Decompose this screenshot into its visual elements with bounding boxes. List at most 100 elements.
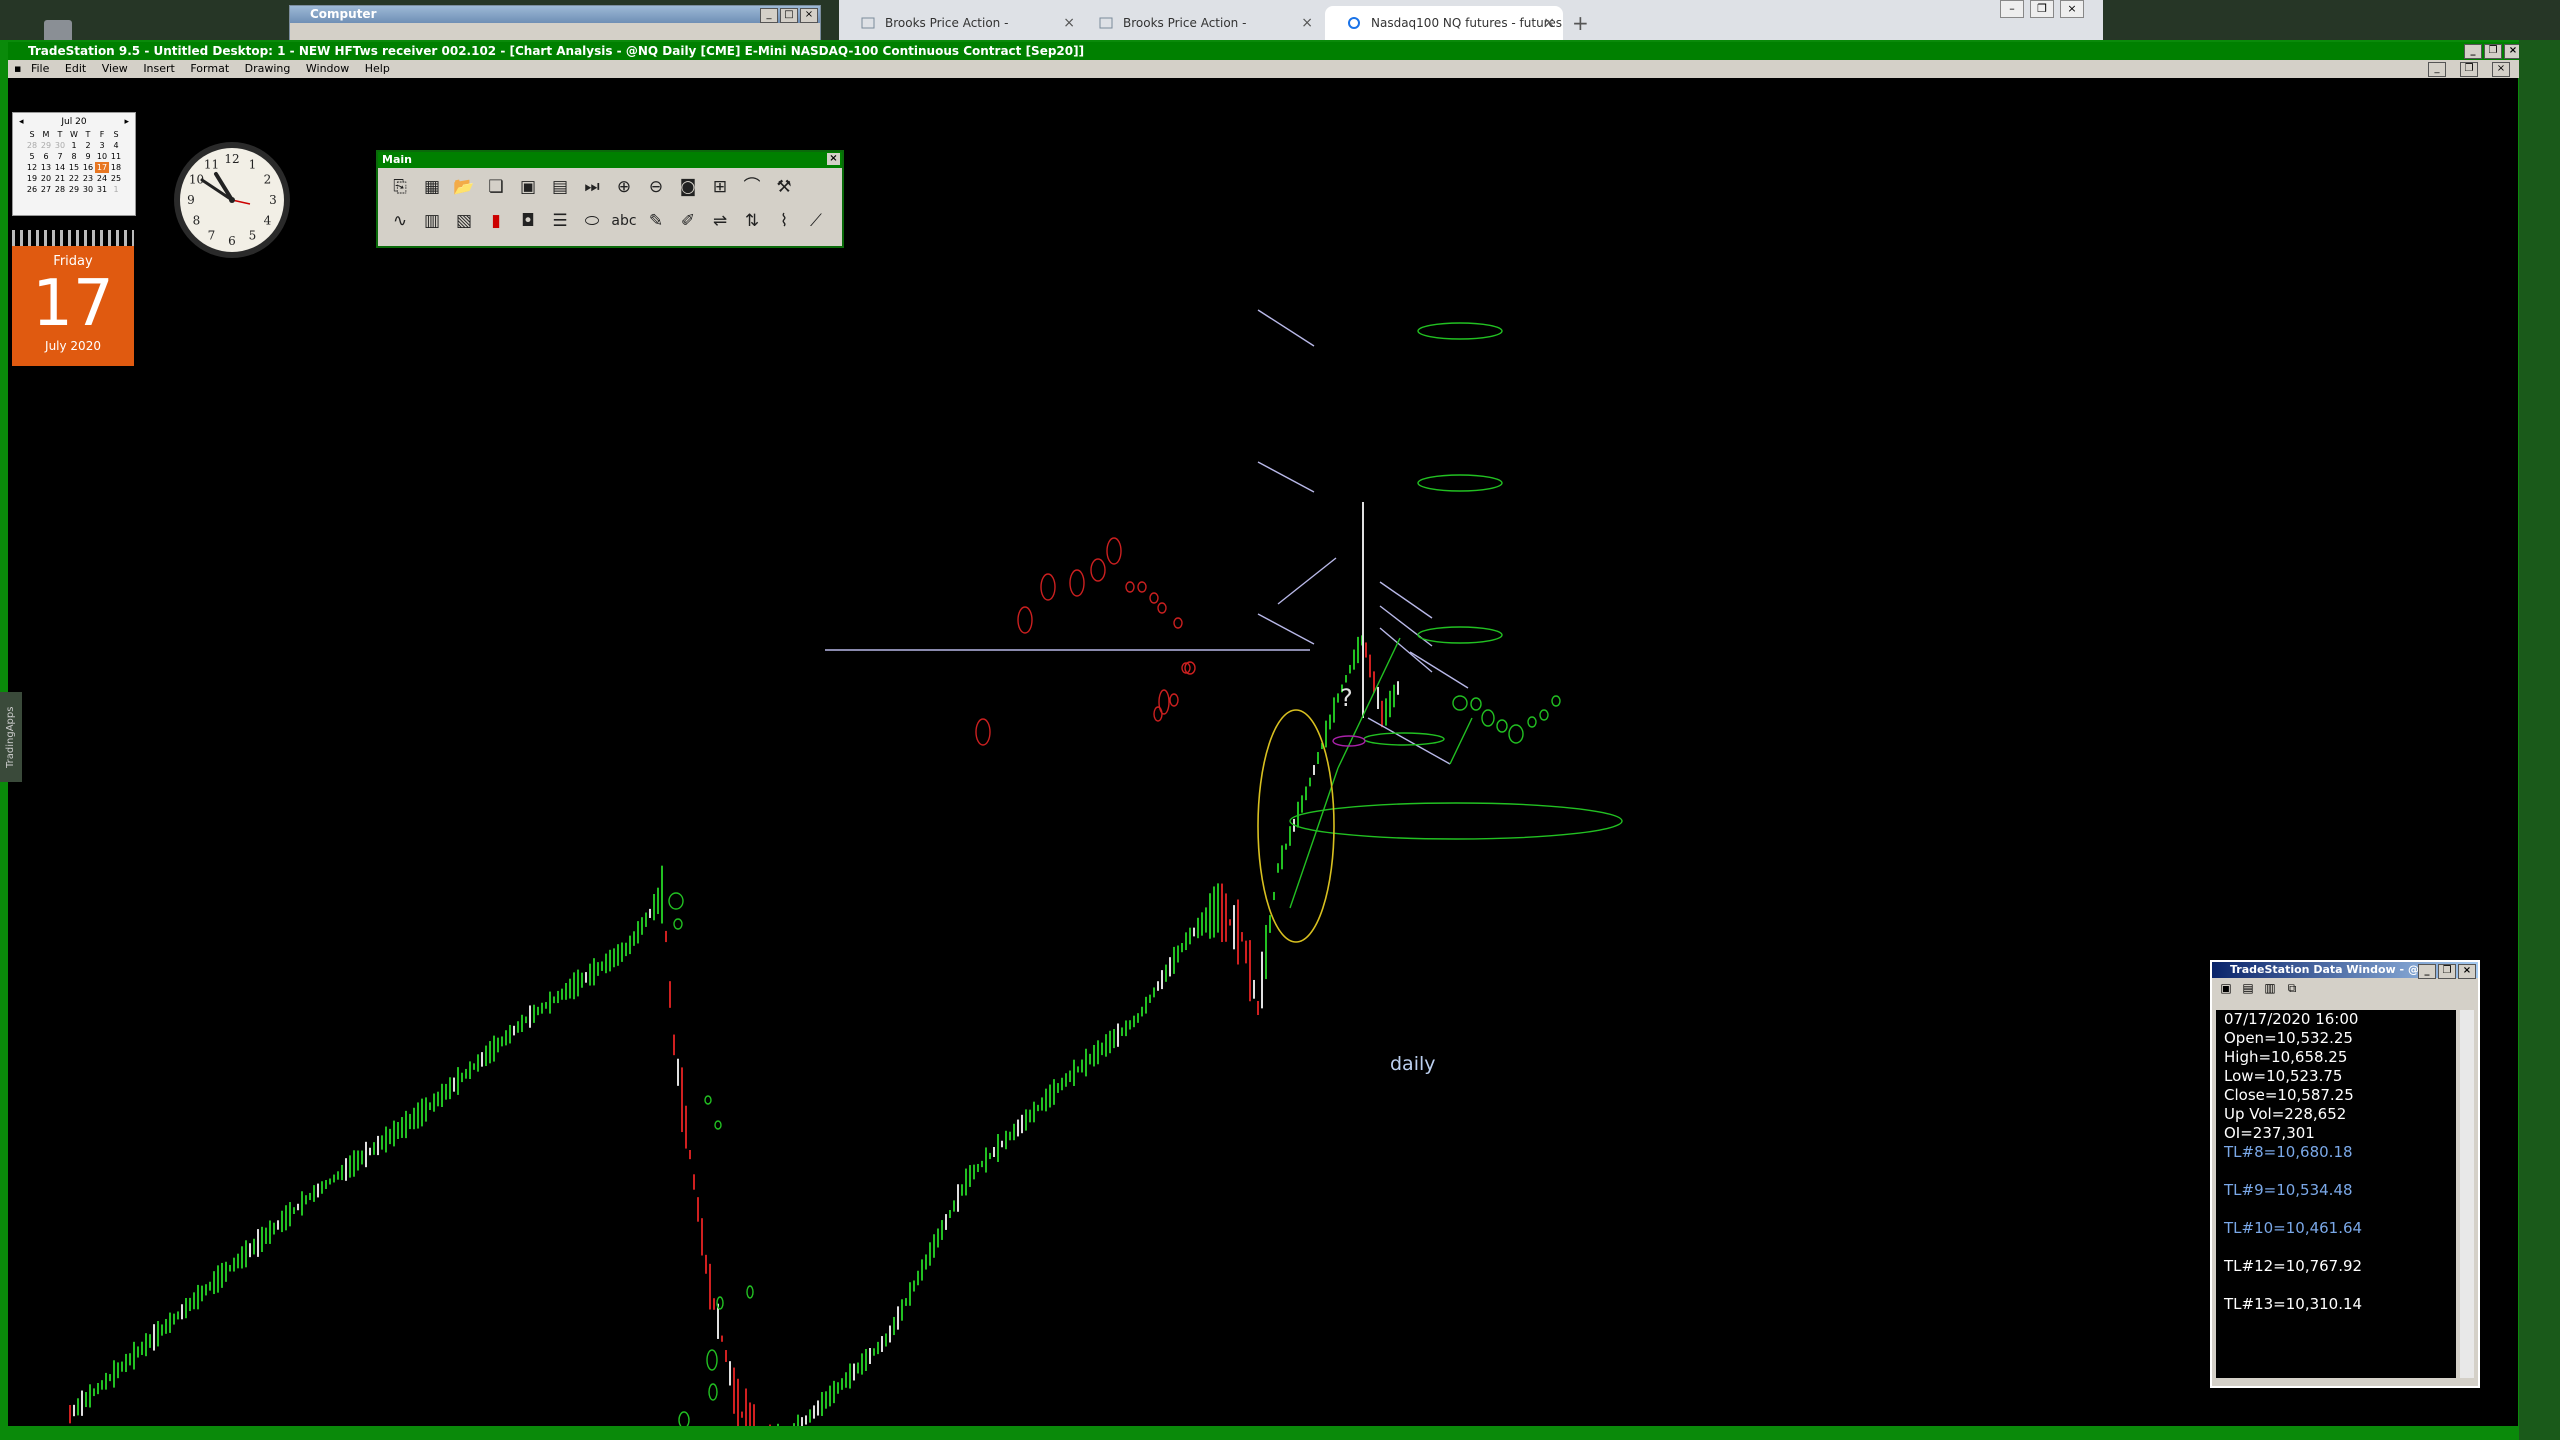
calendar-day[interactable]: 12 (25, 162, 39, 173)
calendar-day[interactable]: 1 (67, 140, 81, 151)
save-icon[interactable]: ▣ (514, 172, 542, 202)
menu-insert[interactable]: Insert (143, 62, 175, 75)
next-month-icon[interactable]: ▸ (124, 117, 129, 127)
close-tab-icon[interactable]: × (1063, 6, 1075, 40)
columns-icon[interactable]: ▥ (2262, 980, 2278, 996)
minimize-button[interactable]: _ (2464, 44, 2482, 59)
browser-tab-2[interactable]: Brooks Price Action - × (1077, 6, 1321, 40)
recycle-bin-icon[interactable] (44, 20, 72, 40)
curve-icon[interactable]: ⌒ (738, 172, 766, 202)
calendar-day[interactable]: 22 (67, 173, 81, 184)
calendar-day[interactable]: 29 (39, 140, 53, 151)
menu-format[interactable]: Format (190, 62, 229, 75)
calendar-day[interactable]: 1 (109, 184, 123, 195)
minimize-button[interactable]: _ (2428, 62, 2446, 77)
calendar-day[interactable]: 9 (81, 151, 95, 162)
price-chart[interactable]: ? daily (8, 78, 2518, 1426)
calendar-day[interactable]: 4 (109, 140, 123, 151)
close-toolbar-button[interactable]: × (827, 153, 840, 165)
menu-window[interactable]: Window (306, 62, 349, 75)
calendar-day[interactable]: 2 (81, 140, 95, 151)
indicator-icon[interactable]: ∿ (386, 206, 414, 236)
calendar-day[interactable]: 3 (95, 140, 109, 151)
calendar-day[interactable]: 8 (67, 151, 81, 162)
close-button[interactable]: × (2458, 964, 2476, 979)
restore-button[interactable]: ❐ (2438, 964, 2456, 979)
print-icon[interactable]: ▤ (2240, 980, 2256, 996)
menu-file[interactable]: File (31, 62, 49, 75)
close-tab-icon[interactable]: × (1301, 6, 1313, 40)
ellipse-icon[interactable]: ⬭ (578, 206, 606, 236)
calendar-day[interactable]: 7 (53, 151, 67, 162)
data-window[interactable]: TradeStation Data Window - @N _ ❐ × ▣ ▤ … (2210, 960, 2480, 1388)
menu-help[interactable]: Help (365, 62, 390, 75)
menu-view[interactable]: View (102, 62, 128, 75)
calendar-day[interactable]: 28 (53, 184, 67, 195)
close-tab-icon[interactable]: × (1543, 6, 1555, 40)
calendar-gadget[interactable]: ◂ Jul 20 ▸ S M T W T F S 28 29 30 1 2 3 4 5 6 7 8 9 10 11 12 1… (12, 112, 136, 216)
tables-icon[interactable]: ▦ (418, 172, 446, 202)
play-end-icon[interactable]: ⏭ (578, 172, 606, 202)
print-icon[interactable]: ▤ (546, 172, 574, 202)
calendar-day[interactable]: 31 (95, 184, 109, 195)
save-icon[interactable]: ▣ (2218, 980, 2234, 996)
calendar-day[interactable]: 13 (39, 162, 53, 173)
calendar-day[interactable]: 10 (95, 151, 109, 162)
restore-button[interactable]: ❐ (2460, 62, 2478, 77)
calendar-day[interactable]: 19 (25, 173, 39, 184)
camera-icon[interactable]: ◘ (514, 206, 542, 236)
close-button[interactable]: × (2060, 0, 2084, 18)
minimize-button[interactable]: _ (760, 8, 778, 23)
highlight-icon[interactable]: ✐ (674, 206, 702, 236)
insert-icon[interactable]: ⊞ (706, 172, 734, 202)
browser-tab-3[interactable]: Nasdaq100 NQ futures - futures × (1325, 6, 1563, 40)
calendar-day[interactable]: 28 (25, 140, 39, 151)
new-tab-button[interactable]: + (1572, 6, 1589, 40)
calendar-day[interactable]: 23 (81, 173, 95, 184)
calendar-day[interactable]: 16 (81, 162, 95, 173)
fib-icon[interactable]: ⟋ (802, 206, 830, 236)
strategy-icon[interactable]: ▥ (418, 206, 446, 236)
browser-tab-1[interactable]: Brooks Price Action - × (839, 6, 1083, 40)
calendar-day[interactable]: 24 (95, 173, 109, 184)
pencil-icon[interactable]: ✎ (642, 206, 670, 236)
tradingapps-side-tab[interactable]: TradingApps (0, 692, 22, 782)
text-icon[interactable]: abc (610, 206, 638, 236)
calendar-day[interactable]: 14 (53, 162, 67, 173)
zoom-in-icon[interactable]: ⊕ (610, 172, 638, 202)
calendar-day[interactable]: 29 (67, 184, 81, 195)
calendar-day[interactable]: 11 (109, 151, 123, 162)
calendar-day[interactable]: 15 (67, 162, 81, 173)
maximize-button[interactable]: □ (780, 8, 798, 23)
minimize-button[interactable]: – (2000, 0, 2024, 18)
copy-icon[interactable]: ❏ (482, 172, 510, 202)
lines-icon[interactable]: ☰ (546, 206, 574, 236)
link-icon[interactable]: ⧉ (2284, 980, 2300, 996)
grid-icon[interactable]: ▧ (450, 206, 478, 236)
calendar-day[interactable]: 17 (95, 162, 109, 173)
chart-area[interactable]: ? daily (8, 78, 2518, 1426)
calendar-day[interactable]: 30 (81, 184, 95, 195)
calendar-day[interactable]: 27 (39, 184, 53, 195)
cycle-icon[interactable]: ⌇ (770, 206, 798, 236)
calendar-day[interactable]: 25 (109, 173, 123, 184)
calendar-day[interactable]: 30 (53, 140, 67, 151)
prev-month-icon[interactable]: ◂ (19, 117, 24, 127)
minimize-button[interactable]: _ (2418, 964, 2436, 979)
close-button[interactable]: × (800, 8, 818, 23)
restore-button[interactable]: ❐ (2030, 0, 2054, 18)
open-icon[interactable]: 📂 (450, 172, 478, 202)
tools-icon[interactable]: ⚒ (770, 172, 798, 202)
calendar-day[interactable]: 5 (25, 151, 39, 162)
computer-window[interactable]: Computer _ □ × (289, 5, 821, 43)
new-chart-icon[interactable]: ⎘ (386, 172, 414, 202)
calendar-day[interactable]: 21 (53, 173, 67, 184)
restore-button[interactable]: ❐ (2484, 44, 2502, 59)
arrows-icon[interactable]: ⇅ (738, 206, 766, 236)
menu-drawing[interactable]: Drawing (245, 62, 291, 75)
calendar-day[interactable]: 18 (109, 162, 123, 173)
calendar-day[interactable]: 6 (39, 151, 53, 162)
app-menu-icon[interactable]: ▪ (14, 62, 21, 75)
menu-edit[interactable]: Edit (65, 62, 86, 75)
data-window-scrollbar[interactable] (2460, 1010, 2474, 1378)
